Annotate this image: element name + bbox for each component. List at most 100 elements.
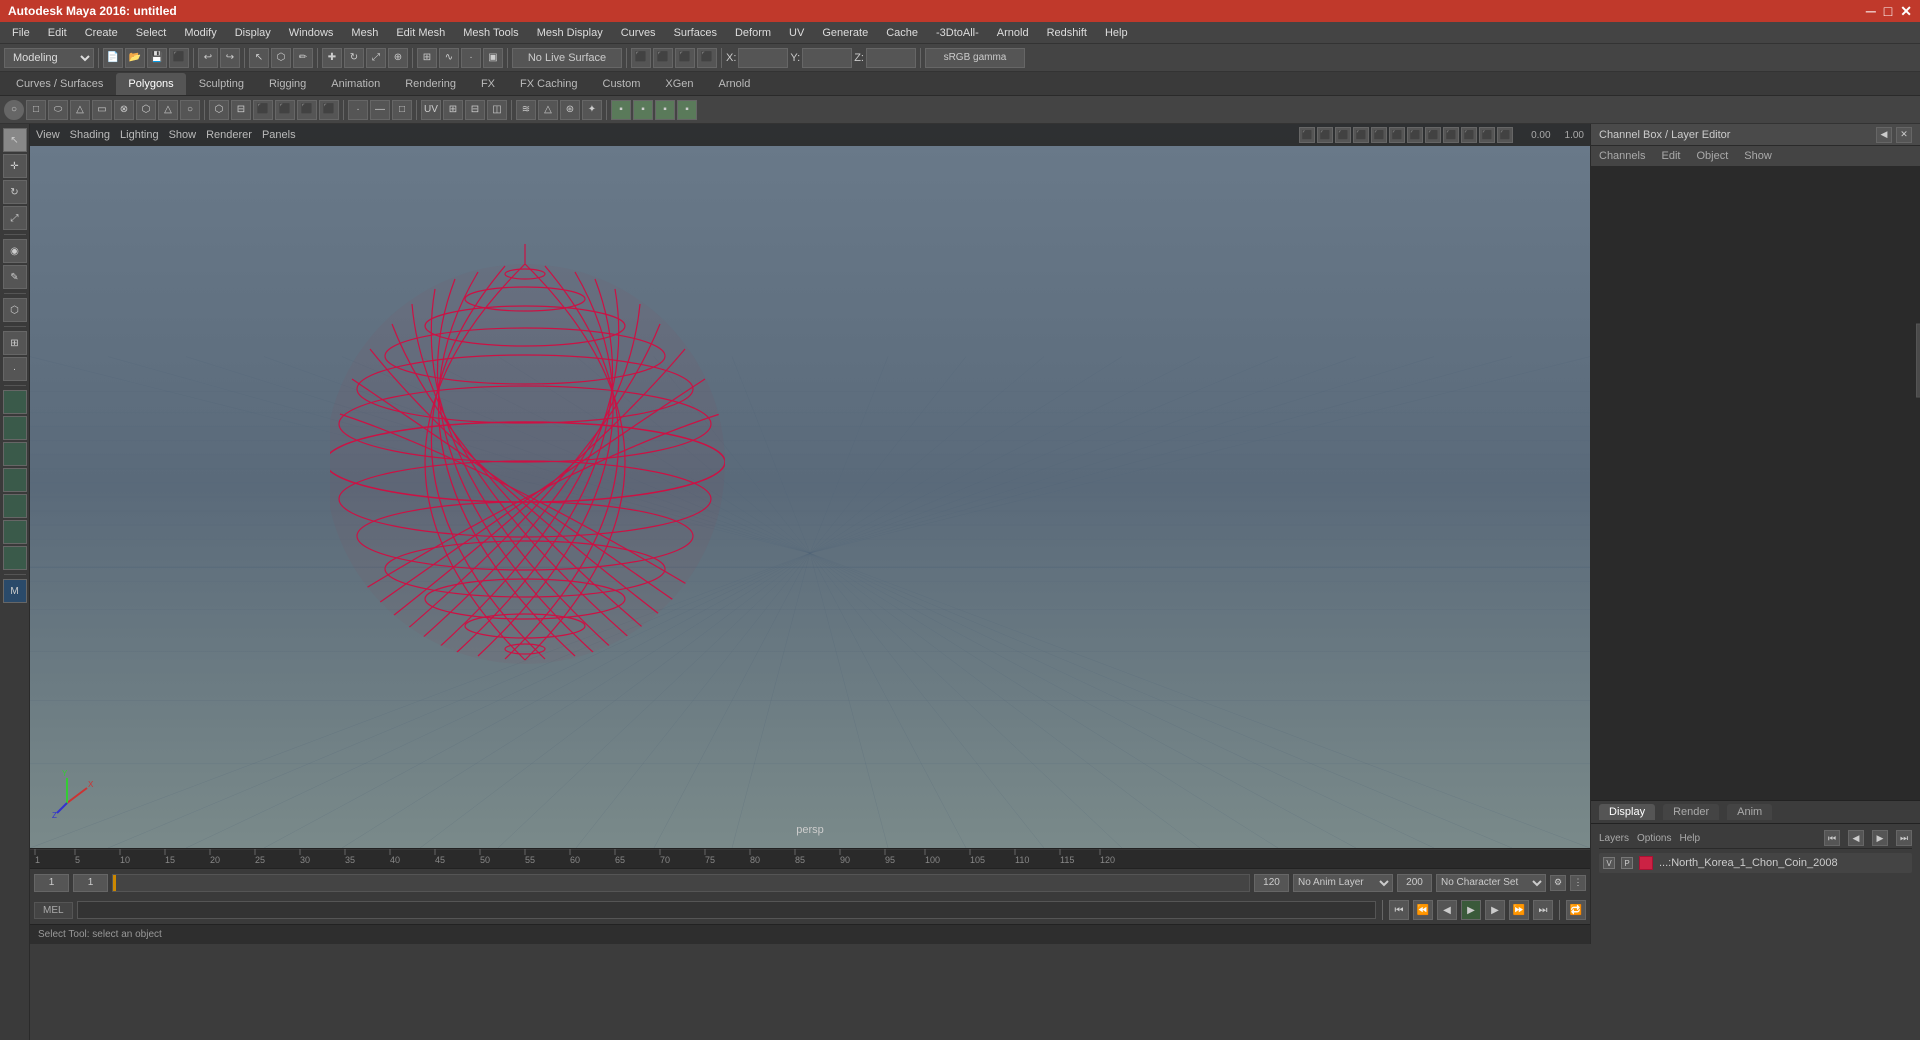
- rotate-tool-button[interactable]: ↻: [3, 180, 27, 204]
- select-tool-button[interactable]: ↖: [3, 128, 27, 152]
- tab-animation[interactable]: Animation: [319, 73, 392, 95]
- viewport-view-menu[interactable]: View: [36, 129, 60, 141]
- current-frame-input[interactable]: [34, 874, 69, 892]
- merge-icon[interactable]: ⬛: [275, 100, 295, 120]
- move-icon[interactable]: ✚: [322, 48, 342, 68]
- split-poly-icon[interactable]: ⊟: [231, 100, 251, 120]
- layers-menu[interactable]: Layers: [1599, 833, 1629, 844]
- vp-icon-1[interactable]: ⬛: [1299, 127, 1315, 143]
- pipe-tool-icon[interactable]: ○: [180, 100, 200, 120]
- range-start-input[interactable]: [73, 874, 108, 892]
- mel-button[interactable]: MEL: [34, 902, 73, 919]
- display-toggle-2[interactable]: [3, 416, 27, 440]
- vp-icon-5[interactable]: ⬛: [1371, 127, 1387, 143]
- help-menu[interactable]: Help: [1679, 833, 1700, 844]
- options-menu[interactable]: Options: [1637, 833, 1671, 844]
- tab-curves-surfaces[interactable]: Curves / Surfaces: [4, 73, 115, 95]
- attribute-editor-tab[interactable]: Attribute Editor: [1916, 324, 1920, 398]
- menu-surfaces[interactable]: Surfaces: [666, 25, 725, 41]
- vp-icon-8[interactable]: ⬛: [1425, 127, 1441, 143]
- play-button[interactable]: ▶: [1461, 900, 1481, 920]
- new-file-icon[interactable]: 📄: [103, 48, 123, 68]
- retopo-icon[interactable]: ⊛: [560, 100, 580, 120]
- vp-icon-6[interactable]: ⬛: [1389, 127, 1405, 143]
- srgb-button[interactable]: sRGB gamma: [925, 48, 1025, 68]
- tab-arnold[interactable]: Arnold: [707, 73, 763, 95]
- lasso-select-button[interactable]: ⬡: [3, 298, 27, 322]
- maximize-button[interactable]: □: [1884, 3, 1892, 20]
- range-end-input[interactable]: [1254, 874, 1289, 892]
- menu-uv[interactable]: UV: [781, 25, 812, 41]
- z-field[interactable]: [866, 48, 916, 68]
- timeline-ruler[interactable]: 1 5 10 15 20 25 30 35: [30, 848, 1590, 868]
- lasso-icon[interactable]: ⬡: [271, 48, 291, 68]
- display-vertex-icon[interactable]: ·: [348, 100, 368, 120]
- menu-deform[interactable]: Deform: [727, 25, 779, 41]
- pyramid-tool-icon[interactable]: △: [158, 100, 178, 120]
- menu-3dtoall[interactable]: -3DtoAll-: [928, 25, 987, 41]
- menu-cache[interactable]: Cache: [878, 25, 926, 41]
- layer-playback-check[interactable]: P: [1621, 857, 1633, 869]
- soft-select-button[interactable]: ◉: [3, 239, 27, 263]
- paint-attr-icon[interactable]: ▪: [655, 100, 675, 120]
- channel-box-icon-2[interactable]: ✕: [1896, 127, 1912, 143]
- display-render-icon[interactable]: ⬛: [675, 48, 695, 68]
- viewport-renderer-menu[interactable]: Renderer: [206, 129, 252, 141]
- character-set-icon[interactable]: ⚙: [1550, 875, 1566, 891]
- save-file-icon[interactable]: 💾: [147, 48, 167, 68]
- snap-grid-icon[interactable]: ⊞: [417, 48, 437, 68]
- tab-rendering[interactable]: Rendering: [393, 73, 468, 95]
- anim-options-icon[interactable]: ⋮: [1570, 875, 1586, 891]
- vp-icon-3[interactable]: ⬛: [1335, 127, 1351, 143]
- rotate-icon[interactable]: ↻: [344, 48, 364, 68]
- extrude-icon[interactable]: ⬛: [253, 100, 273, 120]
- menu-generate[interactable]: Generate: [814, 25, 876, 41]
- x-field[interactable]: [738, 48, 788, 68]
- menu-curves[interactable]: Curves: [613, 25, 664, 41]
- menu-arnold[interactable]: Arnold: [989, 25, 1037, 41]
- paint-select-icon[interactable]: ▪: [677, 100, 697, 120]
- max-frame-input[interactable]: [1397, 874, 1432, 892]
- render-tab[interactable]: Render: [1663, 804, 1719, 820]
- script-input[interactable]: [77, 901, 1376, 919]
- render-current-icon[interactable]: ⬛: [631, 48, 651, 68]
- scale-tool-button[interactable]: ⤢: [3, 206, 27, 230]
- workspace-dropdown[interactable]: Modeling: [4, 48, 94, 68]
- cube-tool-icon[interactable]: □: [26, 100, 46, 120]
- display-tab[interactable]: Display: [1599, 804, 1655, 820]
- close-button[interactable]: ✕: [1900, 3, 1912, 20]
- tab-fx[interactable]: FX: [469, 73, 507, 95]
- render-settings-icon[interactable]: ⬛: [697, 48, 717, 68]
- menu-edit[interactable]: Edit: [40, 25, 75, 41]
- tab-custom[interactable]: Custom: [591, 73, 653, 95]
- menu-mesh-display[interactable]: Mesh Display: [529, 25, 611, 41]
- menu-mesh[interactable]: Mesh: [343, 25, 386, 41]
- bridge-icon[interactable]: ⬛: [297, 100, 317, 120]
- channels-tab[interactable]: Channels: [1599, 150, 1645, 162]
- menu-display[interactable]: Display: [227, 25, 279, 41]
- tab-xgen[interactable]: XGen: [653, 73, 705, 95]
- cylinder-tool-icon[interactable]: ⬭: [48, 100, 68, 120]
- show-tab[interactable]: Show: [1744, 150, 1772, 162]
- anim-layer-dropdown[interactable]: No Anim Layer: [1293, 874, 1393, 892]
- paint-weights-icon[interactable]: ▪: [633, 100, 653, 120]
- menu-windows[interactable]: Windows: [281, 25, 342, 41]
- snap-view-icon[interactable]: ▣: [483, 48, 503, 68]
- paint-skin-icon[interactable]: ▪: [611, 100, 631, 120]
- save-as-icon[interactable]: ⬛: [169, 48, 189, 68]
- scale-icon[interactable]: ⤢: [366, 48, 386, 68]
- step-back-button[interactable]: ◀: [1437, 900, 1457, 920]
- select-icon[interactable]: ↖: [249, 48, 269, 68]
- layer-visible-check[interactable]: V: [1603, 857, 1615, 869]
- minimize-button[interactable]: ─: [1866, 3, 1876, 20]
- vp-icon-12[interactable]: ⬛: [1497, 127, 1513, 143]
- character-set-dropdown[interactable]: No Character Set: [1436, 874, 1546, 892]
- paint-icon[interactable]: ✏: [293, 48, 313, 68]
- vp-icon-11[interactable]: ⬛: [1479, 127, 1495, 143]
- anim-tab[interactable]: Anim: [1727, 804, 1772, 820]
- combine-icon[interactable]: ⊞: [443, 100, 463, 120]
- display-face-icon[interactable]: □: [392, 100, 412, 120]
- step-forward-button[interactable]: ▶: [1485, 900, 1505, 920]
- triangulate-icon[interactable]: △: [538, 100, 558, 120]
- prism-tool-icon[interactable]: ⬡: [136, 100, 156, 120]
